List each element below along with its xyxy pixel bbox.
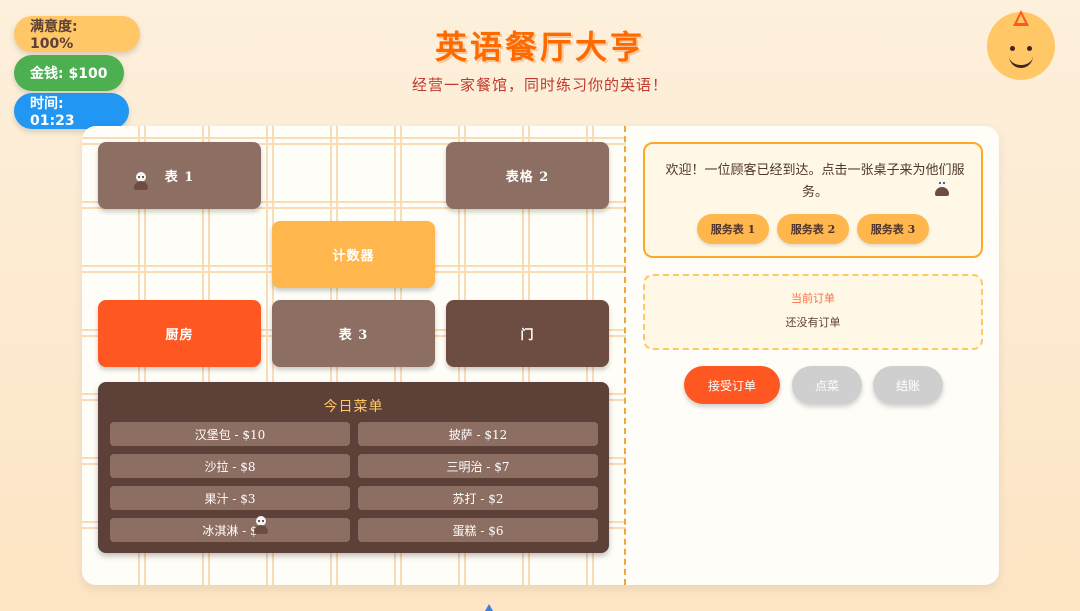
- pointer-cursor-icon: [485, 604, 493, 611]
- chef-hat-icon: [1013, 10, 1029, 26]
- game-board: 表 1 表格 2 计数器 厨房 表 3 门 今日菜单 汉堡包 - $10 披萨 …: [82, 126, 999, 585]
- door[interactable]: 门: [446, 300, 609, 367]
- menu-title: 今日菜单: [323, 399, 384, 415]
- current-order-panel: 当前订单 还没有订单: [643, 274, 983, 350]
- menu-item[interactable]: 沙拉 - $8: [110, 454, 350, 478]
- table-3[interactable]: 表 3: [272, 300, 435, 367]
- serve-table-2-button[interactable]: 服务表 2: [777, 214, 849, 244]
- table-1-label: 表 1: [164, 170, 195, 185]
- chef-eye-left: [1010, 46, 1015, 51]
- table-1[interactable]: 表 1: [98, 142, 261, 209]
- menu-item[interactable]: 苏打 - $2: [358, 486, 598, 510]
- counter[interactable]: 计数器: [272, 221, 435, 288]
- door-label: 门: [520, 328, 535, 343]
- table-2[interactable]: 表格 2: [446, 142, 609, 209]
- customer-icon: [254, 516, 268, 534]
- current-order-title: 当前订单: [791, 292, 835, 305]
- kitchen[interactable]: 厨房: [98, 300, 261, 367]
- menu-item[interactable]: 冰淇淋 - $: [110, 518, 350, 542]
- counter-label: 计数器: [332, 249, 375, 264]
- menu-item[interactable]: 三明治 - $7: [358, 454, 598, 478]
- time-badge: 时间: 01:23: [14, 93, 129, 129]
- order-food-button[interactable]: 点菜: [792, 366, 862, 404]
- game-subtitle: 经营一家餐馆，同时练习你的英语！: [411, 76, 668, 94]
- menu-item[interactable]: 果汁 - $3: [110, 486, 350, 510]
- serve-table-3-button[interactable]: 服务表 3: [857, 214, 929, 244]
- customer-icon: [134, 172, 148, 190]
- menu-item[interactable]: 蛋糕 - $6: [358, 518, 598, 542]
- menu-item[interactable]: 披萨 - $12: [358, 422, 598, 446]
- current-order-empty: 还没有订单: [785, 316, 841, 329]
- welcome-panel: 欢迎！一位顾客已经到达。点击一张桌子来为他们服务。 服务表 1 服务表 2 服务…: [643, 142, 983, 258]
- accept-order-button[interactable]: 接受订单: [684, 366, 780, 404]
- menu-item[interactable]: 汉堡包 - $10: [110, 422, 350, 446]
- table-3-label: 表 3: [338, 328, 369, 343]
- welcome-message: 欢迎！一位顾客已经到达。点击一张桌子来为他们服务。: [665, 163, 965, 200]
- restaurant-floor: 表 1 表格 2 计数器 厨房 表 3 门 今日菜单 汉堡包 - $10 披萨 …: [82, 126, 626, 585]
- chef-eye-right: [1027, 46, 1032, 51]
- kitchen-label: 厨房: [165, 328, 194, 343]
- checkout-button[interactable]: 结账: [873, 366, 943, 404]
- game-title: 英语餐厅大亨: [434, 28, 645, 66]
- serve-table-1-button[interactable]: 服务表 1: [697, 214, 769, 244]
- todays-menu: 今日菜单 汉堡包 - $10 披萨 - $12 沙拉 - $8 三明治 - $7…: [98, 382, 609, 553]
- table-2-label: 表格 2: [505, 170, 550, 185]
- customer-icon: [935, 178, 949, 196]
- chef-avatar-icon: [987, 10, 1055, 80]
- chef-smile: [1009, 56, 1033, 68]
